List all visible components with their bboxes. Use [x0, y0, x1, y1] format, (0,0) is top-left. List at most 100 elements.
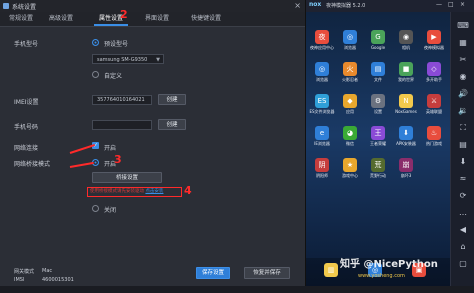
dialog-titlebar: 系统设置 ×	[0, 0, 305, 12]
tab-shortcuts[interactable]: 快捷键设置	[184, 12, 228, 26]
app-glyph-icon: ⚔	[427, 94, 441, 108]
app-icon[interactable]: ♨ 热门游戏	[420, 126, 448, 156]
nox-logo: nox	[309, 1, 322, 8]
multi-icon[interactable]: ▦	[457, 37, 469, 49]
app-icon[interactable]: ■ 我的世界	[392, 62, 420, 92]
dock-glyph-icon: ▥	[324, 263, 338, 277]
preset-model-radio[interactable]	[92, 39, 99, 46]
keyboard-icon[interactable]: ⌨	[457, 20, 469, 32]
tab-general[interactable]: 常规设置	[4, 12, 38, 26]
app-icon[interactable]: G Google	[364, 30, 392, 60]
tab-interface[interactable]: 界面设置	[140, 12, 174, 26]
app-icon[interactable]: 阴阴阳师	[308, 158, 336, 188]
bridge-mode-label: 网络桥接模式	[14, 161, 51, 168]
home-icon[interactable]: ⌂	[457, 241, 469, 253]
bridge-settings-button[interactable]: 桥接设置	[92, 172, 162, 183]
app-icon[interactable]: 夜夜神应用中心	[308, 30, 336, 60]
driver-warning: 使用桥接模式请先安装驱动 点击安装	[87, 187, 182, 197]
apk-icon[interactable]: ⬇	[457, 156, 469, 168]
rotate-icon[interactable]: ⟳	[457, 190, 469, 202]
app-glyph-icon: ◉	[399, 30, 413, 44]
app-glyph-icon: ◎	[343, 30, 357, 44]
app-icon[interactable]: ⚔ 英雄联盟	[420, 94, 448, 124]
app-icon[interactable]: N NoxGames	[392, 94, 420, 124]
app-label: 浏览器	[344, 45, 356, 50]
app-label: 夜神模拟器	[424, 45, 444, 50]
app-icon[interactable]: ⬇ APK安装器	[392, 126, 420, 156]
app-glyph-icon: G	[371, 30, 385, 44]
imsi-value: 4600015301	[42, 277, 74, 283]
app-icon[interactable]: ◇ 多开助手	[420, 62, 448, 92]
app-icon[interactable]: ◆ 应用	[336, 94, 364, 124]
app-icon[interactable]: ◕ 微信	[336, 126, 364, 156]
imei-field[interactable]: 357764010164021	[92, 95, 152, 105]
settings-dialog: 系统设置 × 常规设置 高级设置 属性设置 界面设置 快捷键设置 手机型号 预设…	[0, 0, 306, 286]
emulator-window: nox 夜神模拟器 5.2.0 — □ × 夜夜神应用中心 ◎ 浏览器 G Google…	[306, 0, 474, 286]
app-icon[interactable]: 火火影忍者	[336, 62, 364, 92]
location-icon[interactable]: ◉	[457, 71, 469, 83]
app-glyph-icon: ◕	[343, 126, 357, 140]
app-label: 王者荣耀	[370, 141, 386, 146]
app-glyph-icon: 荒	[371, 158, 385, 172]
dialog-footer: 网关模式 Mac IMSI 4600015301 保存设置 恢复并保存	[0, 259, 305, 286]
minimize-icon[interactable]: —	[436, 1, 442, 8]
maximize-icon[interactable]: □	[448, 1, 454, 8]
install-driver-link[interactable]: 点击安装	[145, 189, 163, 194]
scissors-icon[interactable]: ✂	[457, 54, 469, 66]
gateway-value: Mac	[42, 268, 53, 274]
folder-icon[interactable]: ▤	[457, 139, 469, 151]
save-settings-button[interactable]: 保存设置	[196, 267, 230, 279]
app-icon[interactable]: ★ 游戏中心	[336, 158, 364, 188]
app-label: 英雄联盟	[426, 109, 442, 114]
app-icon[interactable]: ◉ 相机	[392, 30, 420, 60]
app-label: NoxGames	[395, 109, 417, 114]
restore-save-button[interactable]: 恢复并保存	[244, 267, 290, 279]
emulator-title: 夜神模拟器 5.2.0	[326, 3, 366, 9]
generate-phone-button[interactable]: 创建	[158, 119, 186, 130]
app-label: 崩坏3	[400, 173, 412, 178]
app-label: 浏览器	[316, 77, 328, 82]
app-label: 游戏中心	[342, 173, 358, 178]
settings-tabs: 常规设置 高级设置 属性设置 界面设置 快捷键设置	[0, 12, 305, 27]
close-icon[interactable]: ×	[460, 1, 465, 8]
annotation-3: 3	[114, 153, 122, 166]
emulator-titlebar: nox 夜神模拟器 5.2.0 — □ ×	[306, 0, 474, 12]
shake-icon[interactable]: ≈	[457, 173, 469, 185]
bridge-off-radio[interactable]	[92, 205, 99, 212]
app-label: 阴阳师	[316, 173, 328, 178]
watermark-text: 知乎 @NicePython	[340, 259, 438, 270]
app-icon[interactable]: ES ES文件浏览器	[308, 94, 336, 124]
watermark-sub: www.yosheng.com	[358, 273, 405, 279]
app-icon[interactable]: ▤ 文件	[364, 62, 392, 92]
custom-model-radio[interactable]	[92, 71, 99, 78]
app-glyph-icon: 崩	[399, 158, 413, 172]
app-glyph-icon: ▤	[371, 62, 385, 76]
generate-imei-button[interactable]: 创建	[158, 94, 186, 105]
volume-down-icon[interactable]: 🔉	[457, 105, 469, 117]
driver-warning-text: 使用桥接模式请先安装驱动	[90, 189, 144, 194]
app-label: 多开助手	[426, 77, 442, 82]
close-icon[interactable]: ×	[294, 1, 301, 10]
app-icon[interactable]: 崩崩坏3	[392, 158, 420, 188]
app-label: 文件	[374, 77, 382, 82]
app-icon[interactable]: ▶ 夜神模拟器	[420, 30, 448, 60]
app-icon[interactable]: ⚙ 设置	[364, 94, 392, 124]
app-icon[interactable]: 荒荒野行动	[364, 158, 392, 188]
volume-up-icon[interactable]: 🔊	[457, 88, 469, 100]
tab-advanced[interactable]: 高级设置	[44, 12, 78, 26]
app-glyph-icon: ★	[343, 158, 357, 172]
app-icon[interactable]: e IE浏览器	[308, 126, 336, 156]
android-screen: 夜夜神应用中心 ◎ 浏览器 G Google ◉ 相机 ▶ 夜神模拟器 ◎ 浏览器火火影忍者 ▤ 文件 ■…	[306, 12, 450, 286]
settings-app-icon	[3, 3, 9, 9]
imsi-label: IMSI	[14, 277, 25, 283]
recent-icon[interactable]: ▢	[457, 258, 469, 270]
screenshot-icon[interactable]: ⛶	[457, 122, 469, 134]
model-select[interactable]: samsung SM-G9350 ▼	[92, 54, 164, 64]
app-icon[interactable]: 王王者荣耀	[364, 126, 392, 156]
more-icon[interactable]: …	[457, 207, 469, 219]
app-icon[interactable]: ◎ 浏览器	[336, 30, 364, 60]
app-icon[interactable]: ◎ 浏览器	[308, 62, 336, 92]
app-label: 设置	[374, 109, 382, 114]
phone-number-field[interactable]	[92, 120, 152, 130]
back-icon[interactable]: ◀	[457, 224, 469, 236]
